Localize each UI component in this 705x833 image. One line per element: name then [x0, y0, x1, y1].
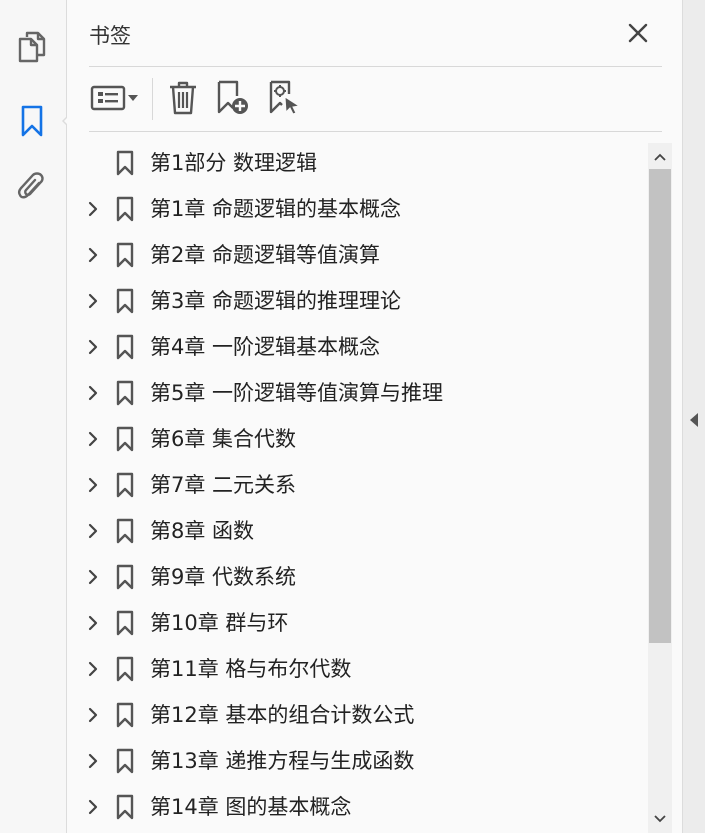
bookmark-icon	[115, 784, 135, 830]
chevron-right-icon[interactable]	[84, 278, 102, 324]
bookmark-row[interactable]: 第11章 格与布尔代数	[67, 646, 647, 692]
bookmark-icon	[115, 186, 135, 232]
pages-button[interactable]	[15, 30, 49, 64]
bookmark-label: 第6章 集合代数	[150, 427, 297, 451]
bookmark-label: 第13章 递推方程与生成函数	[150, 749, 415, 773]
chevron-right-icon[interactable]	[84, 232, 102, 278]
bookmark-row[interactable]: 第12章 基本的组合计数公式	[67, 692, 647, 738]
options-menu-button[interactable]	[89, 78, 141, 118]
panel-title: 书签	[89, 24, 131, 48]
bookmark-icon	[115, 600, 135, 646]
bookmark-icon	[115, 646, 135, 692]
bookmark-icon	[115, 278, 135, 324]
new-bookmark-button[interactable]	[215, 78, 251, 118]
bookmark-label: 第10章 群与环	[150, 611, 289, 635]
attachment-icon	[17, 172, 44, 199]
bookmark-icon	[115, 692, 135, 738]
bookmark-icon	[115, 370, 135, 416]
chevron-right-icon[interactable]	[84, 324, 102, 370]
toolbar-separator	[152, 78, 153, 120]
chevron-right-icon[interactable]	[84, 554, 102, 600]
bookmark-icon	[115, 324, 135, 370]
scrollbar-thumb[interactable]	[649, 169, 671, 643]
bookmark-icon	[115, 232, 135, 278]
scroll-up-button[interactable]	[648, 145, 672, 169]
trash-icon	[170, 81, 196, 115]
bookmark-row[interactable]: 第1部分 数理逻辑	[67, 140, 647, 186]
chevron-up-icon	[654, 153, 666, 161]
bookmark-row[interactable]: 第4章 一阶逻辑基本概念	[67, 324, 647, 370]
bookmark-row[interactable]: 第8章 函数	[67, 508, 647, 554]
scroll-down-button[interactable]	[648, 807, 672, 831]
bookmark-row[interactable]: 第1章 命题逻辑的基本概念	[67, 186, 647, 232]
bookmark-icon	[115, 462, 135, 508]
bookmark-row[interactable]: 第9章 代数系统	[67, 554, 647, 600]
bookmarks-panel: 书签 第1部分 数理逻辑 第1章 命题逻辑的基本概念 第2章 命题逻辑等值演算 …	[67, 0, 682, 833]
add-bookmark-icon	[217, 80, 248, 114]
bookmark-icon	[115, 508, 135, 554]
bookmark-label: 第4章 一阶逻辑基本概念	[150, 335, 381, 359]
bookmark-icon	[115, 738, 135, 784]
divider	[89, 131, 662, 132]
chevron-right-icon[interactable]	[84, 738, 102, 784]
bookmark-label: 第14章 图的基本概念	[150, 795, 352, 819]
chevron-right-icon[interactable]	[84, 646, 102, 692]
bookmark-icon	[115, 554, 135, 600]
chevron-right-icon[interactable]	[84, 186, 102, 232]
bookmark-label: 第7章 二元关系	[150, 473, 297, 497]
bookmark-tree: 第1部分 数理逻辑第1章 命题逻辑的基本概念 第2章 命题逻辑等值演算 第3章 命题…	[67, 140, 647, 833]
options-menu-icon	[90, 85, 138, 111]
delete-bookmark-button[interactable]	[165, 78, 201, 118]
bookmark-row[interactable]: 第7章 二元关系	[67, 462, 647, 508]
chevron-right-icon[interactable]	[84, 692, 102, 738]
bookmark-row[interactable]: 第14章 图的基本概念	[67, 784, 647, 830]
bookmark-label: 第5章 一阶逻辑等值演算与推理	[150, 381, 444, 405]
bookmark-label: 第1章 命题逻辑的基本概念	[150, 197, 402, 221]
chevron-right-icon[interactable]	[84, 462, 102, 508]
bookmark-icon	[21, 105, 43, 137]
bookmark-label: 第2章 命题逻辑等值演算	[150, 243, 381, 267]
chevron-down-icon	[654, 815, 666, 823]
panel-collapse-strip[interactable]	[682, 0, 705, 833]
chevron-right-icon[interactable]	[84, 370, 102, 416]
bookmark-label: 第8章 函数	[150, 519, 255, 543]
bookmark-row[interactable]: 第13章 递推方程与生成函数	[67, 738, 647, 784]
bookmark-label: 第1部分 数理逻辑	[150, 151, 318, 175]
pages-icon	[18, 31, 46, 63]
left-tool-rail	[0, 0, 71, 833]
close-panel-button[interactable]	[625, 20, 651, 46]
bookmark-row[interactable]: 第2章 命题逻辑等值演算	[67, 232, 647, 278]
bookmark-icon	[115, 416, 135, 462]
bookmark-row[interactable]: 第5章 一阶逻辑等值演算与推理	[67, 370, 647, 416]
chevron-right-icon[interactable]	[84, 784, 102, 830]
bookmark-label: 第3章 命题逻辑的推理理论	[150, 289, 402, 313]
close-icon	[628, 23, 648, 43]
bookmark-from-selection-button[interactable]	[267, 78, 303, 118]
bookmark-label: 第11章 格与布尔代数	[150, 657, 352, 681]
bookmark-row[interactable]: 第3章 命题逻辑的推理理论	[67, 278, 647, 324]
bookmark-selection-icon	[269, 80, 301, 115]
vertical-scrollbar[interactable]	[648, 143, 672, 833]
bookmarks-button[interactable]	[15, 104, 71, 138]
bookmark-row[interactable]: 第10章 群与环	[67, 600, 647, 646]
divider	[89, 66, 662, 67]
collapse-arrow-icon	[690, 412, 700, 428]
chevron-right-icon[interactable]	[84, 508, 102, 554]
bookmark-label: 第9章 代数系统	[150, 565, 297, 589]
bookmark-icon	[115, 140, 135, 186]
attachments-button[interactable]	[15, 170, 49, 204]
chevron-right-icon[interactable]	[84, 600, 102, 646]
bookmark-label: 第12章 基本的组合计数公式	[150, 703, 415, 727]
chevron-right-icon[interactable]	[84, 416, 102, 462]
bookmark-row[interactable]: 第6章 集合代数	[67, 416, 647, 462]
bookmarks-toolbar	[89, 74, 662, 122]
